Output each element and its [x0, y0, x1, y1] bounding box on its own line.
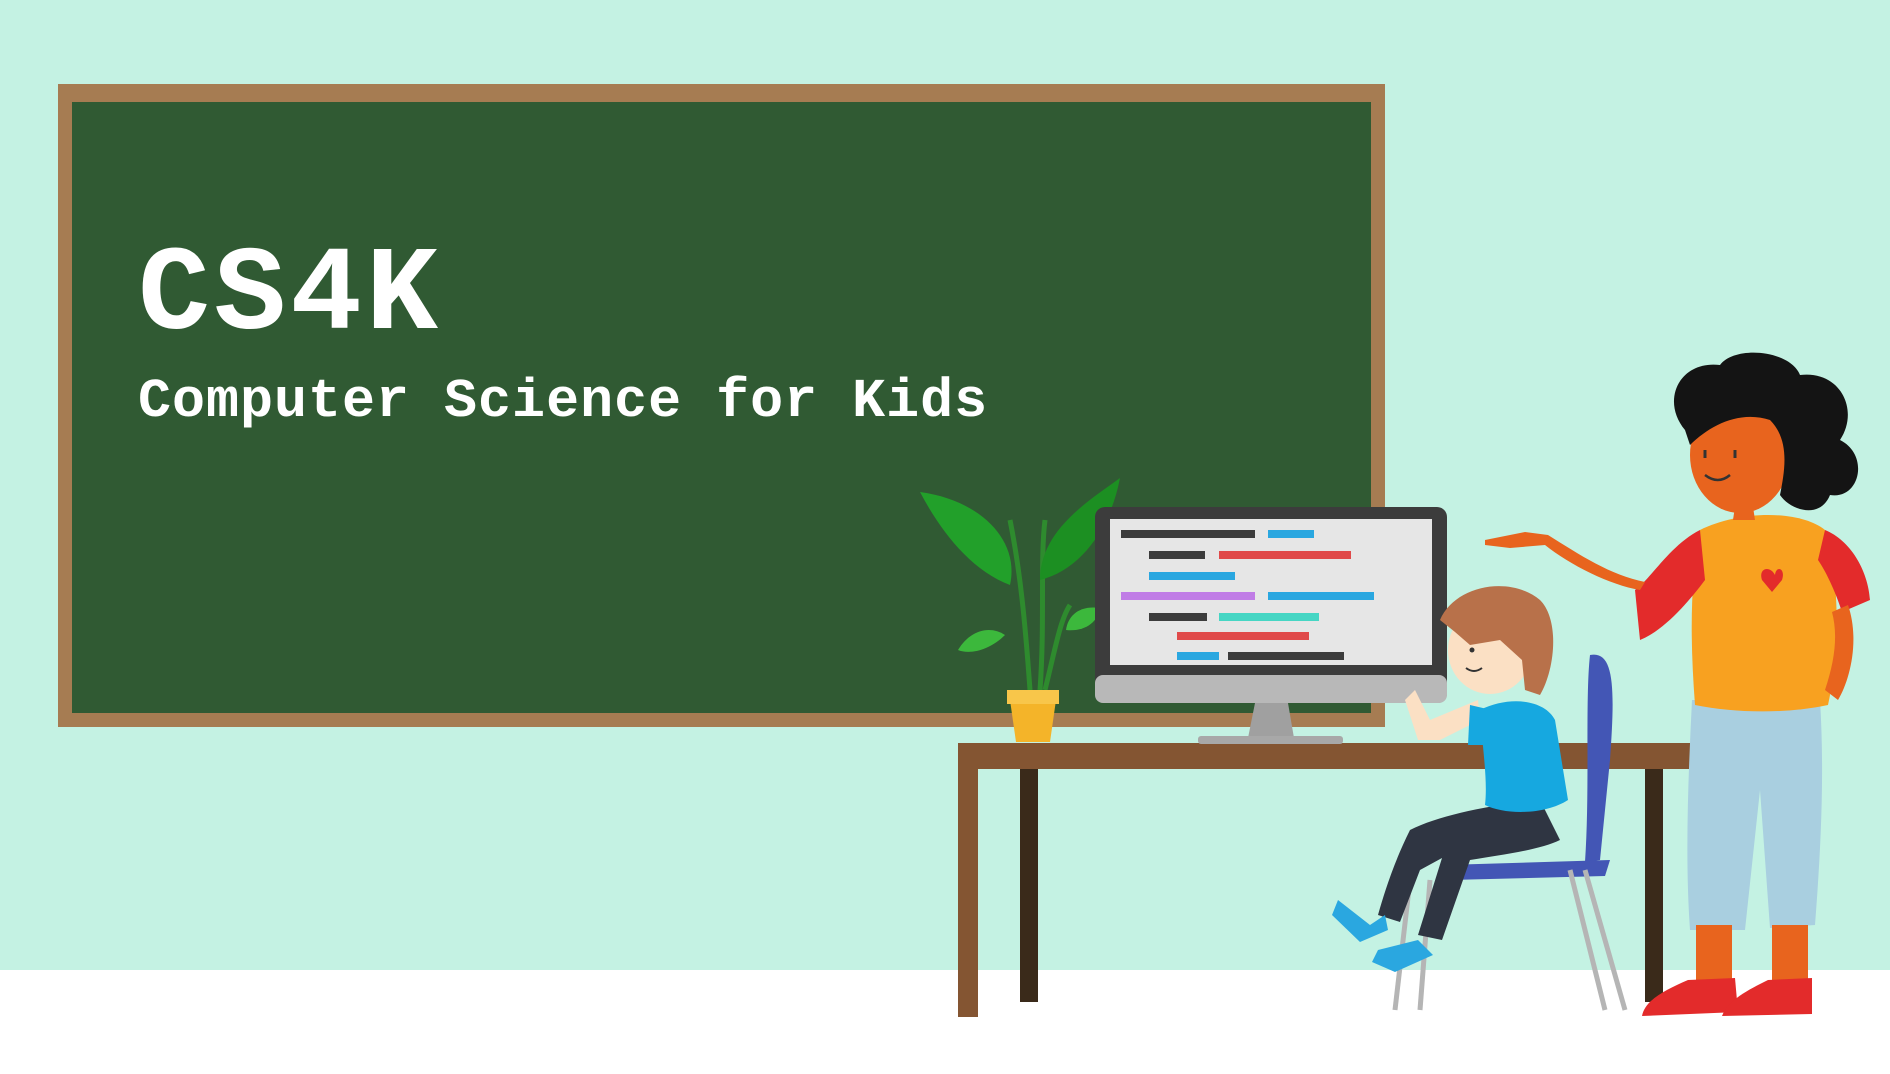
monitor-icon [1095, 507, 1447, 744]
plant-icon [920, 478, 1120, 742]
classroom-illustration [920, 352, 1870, 1017]
